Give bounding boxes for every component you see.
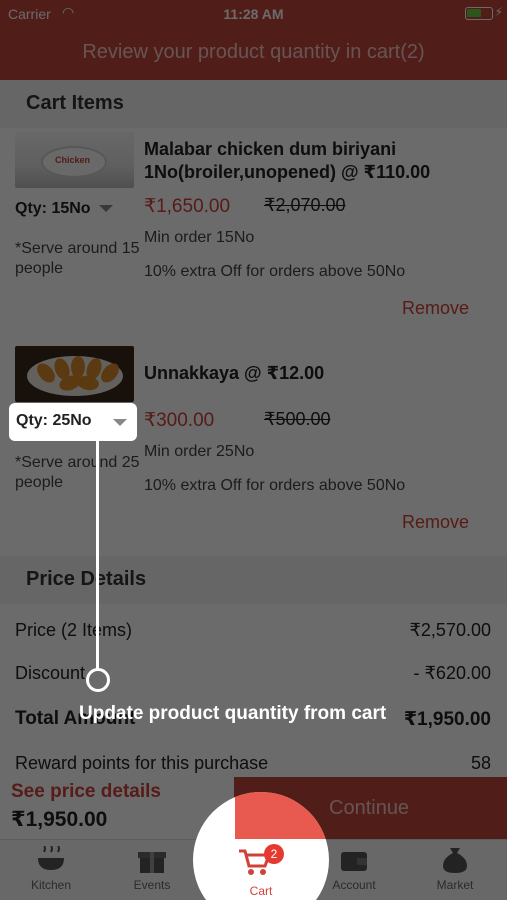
status-bar: Carrier ◠ 11:28 AM ⚡: [0, 0, 507, 28]
tab-label: Kitchen: [30, 878, 72, 892]
coach-mark-text: Update product quantity from cart: [79, 703, 387, 724]
biriyani-image-text: Chicken: [55, 155, 91, 165]
continue-label: Continue: [329, 797, 410, 819]
tab-label: Cart: [249, 884, 273, 898]
page-title: Review your product quantity in cart(2): [82, 41, 425, 63]
cart-item-unnakkaya: Qty: 25No *Serve around 25 people Unnakk…: [0, 342, 507, 562]
original-price: ₹2,070.00: [264, 195, 346, 215]
offer-text: 10% extra Off for orders above 50No: [144, 263, 406, 280]
original-price: ₹500.00: [264, 409, 331, 429]
quantity-dropdown[interactable]: Qty: 15No: [15, 200, 113, 218]
min-order: Min order 25No: [144, 443, 255, 460]
continue-button-fragment: [235, 792, 329, 839]
highlighted-quantity-dropdown[interactable]: Qty: 25No: [9, 403, 137, 441]
clock: 11:28 AM: [223, 6, 284, 22]
gift-icon: [138, 852, 166, 873]
total-value: ₹1,950.00: [403, 709, 491, 730]
tab-events[interactable]: Events: [107, 846, 197, 892]
discount-value: - ₹620.00: [413, 663, 491, 683]
coach-mark-line: [96, 441, 99, 669]
serve-note: *Serve around 25 people: [15, 454, 140, 491]
tab-kitchen[interactable]: Kitchen: [6, 846, 96, 892]
product-name: Unnakkaya @ ₹12.00: [144, 363, 325, 383]
price-label: Price (2 Items): [15, 620, 133, 640]
tab-label: Events: [133, 878, 171, 892]
sack-icon: [443, 848, 467, 873]
remove-button[interactable]: Remove: [402, 298, 469, 319]
reward-value: 58: [470, 753, 491, 773]
min-order: Min order 15No: [144, 229, 255, 246]
price-value: ₹2,570.00: [409, 620, 491, 640]
tab-label: Market: [436, 878, 474, 892]
nav-bar: Review your product quantity in cart(2): [0, 28, 507, 80]
cart-items-title: Cart Items: [26, 92, 124, 114]
footer-total: ₹1,950.00: [11, 808, 108, 831]
price-details-title: Price Details: [26, 568, 147, 590]
cart-count-badge: 2: [264, 844, 284, 864]
battery-icon: [465, 7, 493, 20]
highlighted-quantity-value: Qty: 25No: [16, 412, 92, 429]
charging-icon: ⚡: [494, 5, 503, 19]
discounted-price: ₹300.00: [144, 410, 215, 431]
serve-note: *Serve around 15 people: [15, 240, 140, 277]
kitchen-icon: [38, 846, 64, 870]
cart-item-biriyani: Chicken Qty: 15No *Serve around 15 peopl…: [0, 128, 507, 356]
product-name: Malabar chicken dum biriyani 1No(broiler…: [144, 139, 431, 182]
offer-text: 10% extra Off for orders above 50No: [144, 477, 406, 494]
biriyani-image: Chicken: [15, 132, 134, 188]
chevron-down-icon: [98, 205, 113, 213]
tab-market[interactable]: Market: [410, 846, 500, 892]
unnakkaya-image: [15, 346, 134, 402]
reward-label: Reward points for this purchase: [15, 753, 269, 773]
remove-button[interactable]: Remove: [402, 512, 469, 533]
discounted-price: ₹1,650.00: [144, 196, 231, 217]
quantity-value: Qty: 15No: [15, 200, 91, 217]
coach-mark-dot: [86, 668, 110, 692]
cart-items-header: Cart Items: [0, 80, 507, 128]
chevron-down-icon: [113, 419, 127, 426]
see-price-details-link[interactable]: See price details: [11, 781, 161, 803]
wallet-icon: [341, 852, 367, 871]
price-details-header: Price Details: [0, 556, 507, 604]
discount-label: Discount: [15, 663, 86, 683]
